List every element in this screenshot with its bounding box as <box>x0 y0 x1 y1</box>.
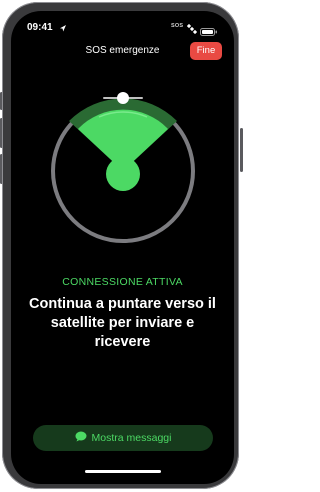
show-messages-label: Mostra messaggi <box>91 432 172 444</box>
phone-device: 09:41 SOS SOS emergenze Fine CONNESSIONE… <box>0 0 243 492</box>
connection-status: CONNESSIONE ATTIVA <box>62 276 183 288</box>
phone-frame: 09:41 SOS SOS emergenze Fine CONNESSIONE… <box>2 2 239 489</box>
power-button <box>240 128 243 172</box>
show-messages-button[interactable]: Mostra messaggi <box>33 425 213 451</box>
screen: 09:41 SOS SOS emergenze Fine CONNESSIONE… <box>11 11 234 484</box>
home-indicator[interactable] <box>85 470 161 473</box>
target-indicator <box>106 157 140 191</box>
satellite-marker <box>117 92 129 104</box>
satellite-pointing-dial <box>51 92 195 243</box>
speech-bubble-icon <box>75 431 87 445</box>
instruction-text: Continua a puntare verso il satellite pe… <box>29 296 216 350</box>
